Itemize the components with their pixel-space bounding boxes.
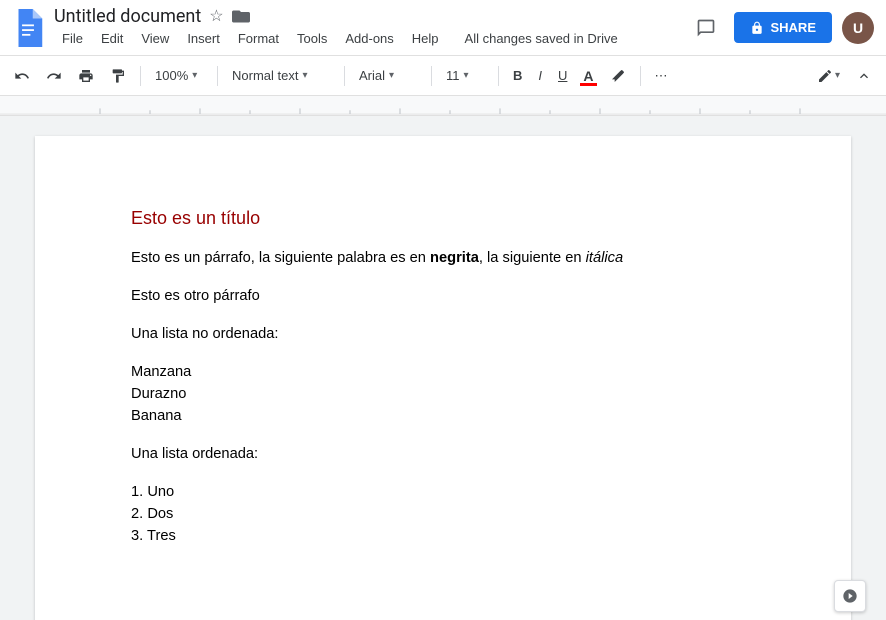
redo-button[interactable] [40,64,68,88]
list-item: Dos [131,503,755,525]
zoom-dropdown[interactable]: 100% ▾ [149,64,209,87]
menu-help[interactable]: Help [404,27,447,50]
star-icon[interactable]: ☆ [209,6,223,26]
menu-format[interactable]: Format [230,27,287,50]
undo-button[interactable] [8,64,36,88]
font-dropdown[interactable]: Arial ▾ [353,64,423,87]
share-button[interactable]: SHARE [734,12,832,43]
font-color-button[interactable]: A [577,64,599,88]
title-bar: Untitled document ☆ File Edit View Inser… [0,0,886,56]
bold-button[interactable]: B [507,64,528,87]
italic-button[interactable]: I [532,64,548,87]
font-chevron: ▾ [389,70,394,81]
document-title[interactable]: Untitled document [54,6,201,27]
separator-1 [140,66,141,86]
paint-format-button[interactable] [104,64,132,88]
para1-comma: , la siguiente en [479,250,586,266]
style-chevron: ▾ [302,70,307,81]
fontsize-chevron: ▾ [464,70,469,81]
more-options-label: ⋯ [655,68,668,84]
toolbar: 100% ▾ Normal text ▾ Arial ▾ 11 ▾ B I U … [0,56,886,96]
para1-normal: Esto es un párrafo, la siguiente palabra… [131,250,430,266]
list-item: Manzana [131,361,755,383]
separator-2 [217,66,218,86]
pencil-chevron: ▾ [835,70,840,81]
document-heading: Esto es un título [131,208,755,229]
font-color-bar [580,83,596,86]
list-item: Banana [131,405,755,427]
paragraph-2: Esto es otro párrafo [131,285,755,307]
menu-addons[interactable]: Add-ons [337,27,401,50]
separator-6 [640,66,641,86]
lock-icon [750,21,764,35]
autosave-status: All changes saved in Drive [457,27,626,50]
highlight-button[interactable] [604,64,632,88]
underline-button[interactable]: U [552,64,573,87]
list-item: Tres [131,525,755,547]
style-dropdown[interactable]: Normal text ▾ [226,64,336,87]
font-color-label: A [583,68,593,84]
right-controls: SHARE U [688,10,874,46]
separator-5 [498,66,499,86]
share-label: SHARE [770,20,816,35]
unordered-list-label: Una lista no ordenada: [131,323,755,345]
fontsize-value: 11 [446,68,460,83]
collapse-toolbar-button[interactable] [850,64,878,88]
document-page[interactable]: Esto es un título Esto es un párrafo, la… [35,136,851,620]
ordered-list: Uno Dos Tres [131,481,755,547]
fontsize-dropdown[interactable]: 11 ▾ [440,64,490,87]
folder-icon[interactable] [232,7,250,26]
avatar[interactable]: U [842,12,874,44]
separator-3 [344,66,345,86]
ruler [0,96,886,116]
para1-bold: negrita [430,250,479,266]
font-value: Arial [359,68,385,83]
ordered-list-label: Una lista ordenada: [131,443,755,465]
pencil-button[interactable]: ▾ [811,64,846,88]
menu-bar: File Edit View Insert Format Tools Add-o… [54,27,688,50]
paragraph-1: Esto es un párrafo, la siguiente palabra… [131,247,755,269]
separator-4 [431,66,432,86]
print-button[interactable] [72,64,100,88]
unordered-list: Manzana Durazno Banana [131,361,755,427]
menu-view[interactable]: View [133,27,177,50]
para1-italic: itálica [586,250,623,266]
comments-button[interactable] [688,10,724,46]
list-item: Durazno [131,383,755,405]
list-item: Uno [131,481,755,503]
menu-tools[interactable]: Tools [289,27,335,50]
zoom-chevron: ▾ [192,70,197,81]
more-options-button[interactable]: ⋯ [649,64,674,88]
zoom-value: 100% [155,68,188,83]
docs-icon [12,9,44,47]
document-area: Esto es un título Esto es un párrafo, la… [0,116,886,620]
style-value: Normal text [232,68,298,83]
menu-insert[interactable]: Insert [179,27,228,50]
menu-file[interactable]: File [54,27,91,50]
title-section: Untitled document ☆ File Edit View Inser… [54,6,688,50]
menu-edit[interactable]: Edit [93,27,131,50]
floating-action-button[interactable] [834,580,866,612]
